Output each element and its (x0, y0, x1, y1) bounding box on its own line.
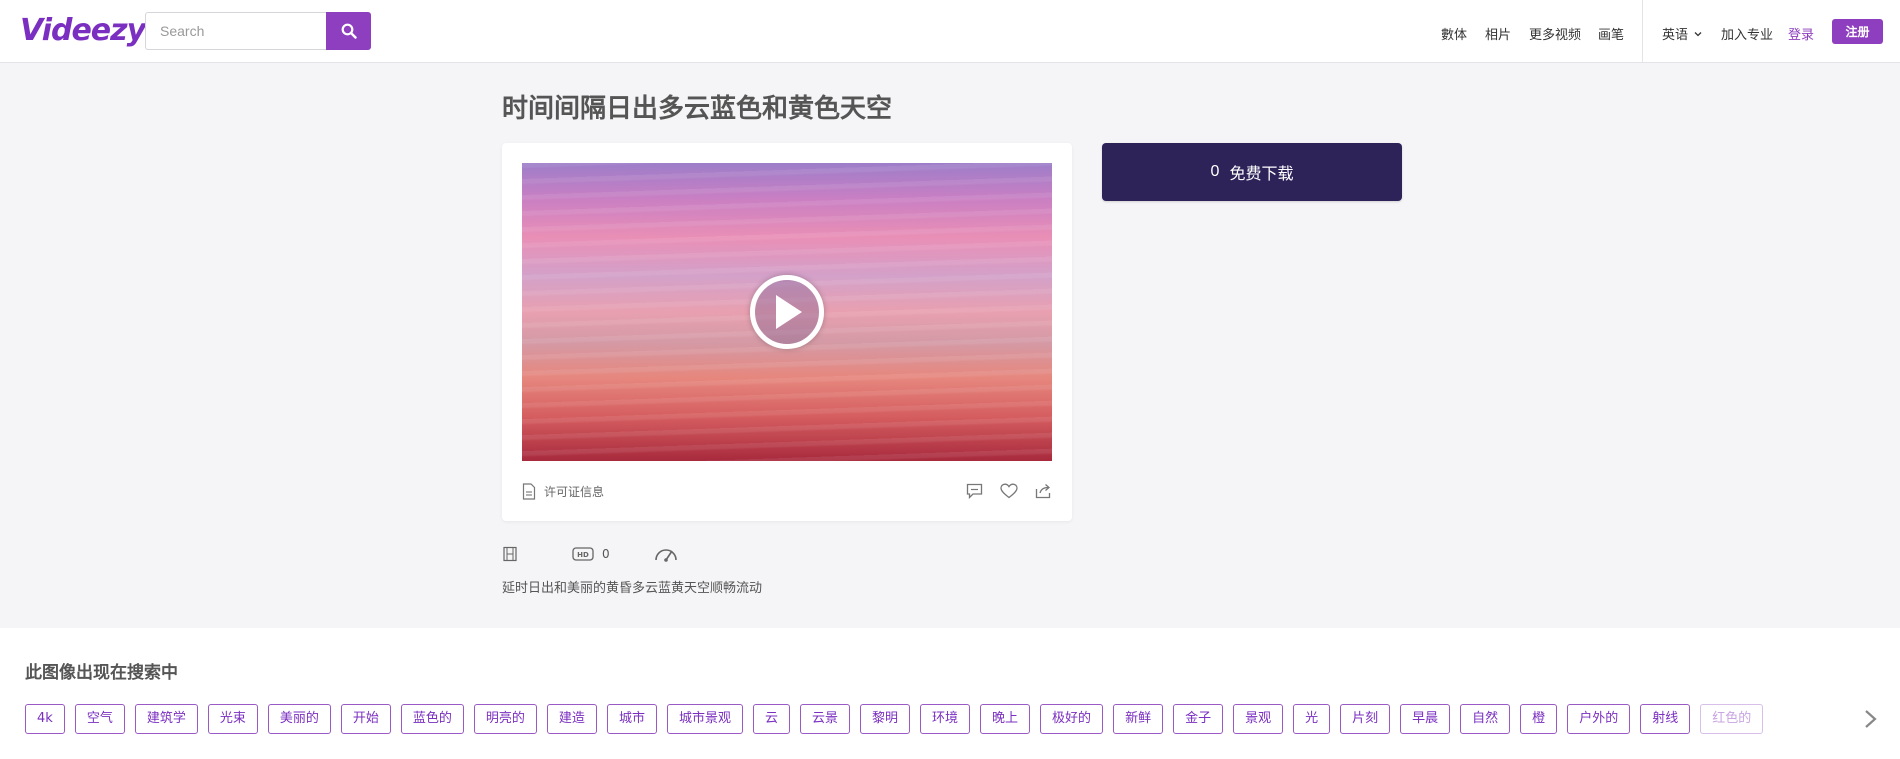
related-searches-section: 此图像出现在搜索中 4k 空气 建筑学 光束 美丽的 开始 蓝色的 明亮的 建造 城市 城市景观云云… (0, 628, 1900, 759)
nav-brush[interactable]: 画笔 (1598, 24, 1624, 43)
video-card-footer: 许可证信息 (522, 483, 1052, 503)
page-title: 时间间隔日出多云蓝色和黄色天空 (502, 94, 893, 124)
tag-chip[interactable]: 空气 (74, 704, 125, 734)
tag-chip[interactable]: 射线 (1640, 704, 1691, 734)
tag-chip[interactable]: 建筑学 (134, 704, 198, 734)
play-icon (776, 295, 802, 329)
tag-chip[interactable]: 金子 (1173, 704, 1224, 734)
tag-chip[interactable]: 新鲜 (1113, 704, 1164, 734)
tag-chip[interactable]: 开始 (340, 704, 391, 734)
video-thumbnail[interactable] (522, 163, 1052, 461)
tag-chip[interactable]: 光 (1293, 704, 1331, 734)
svg-text:HD: HD (577, 551, 589, 559)
tag-chip[interactable]: 建造 (546, 704, 597, 734)
tag-chip[interactable]: 城市 (606, 704, 657, 734)
share-icon[interactable] (1035, 483, 1052, 499)
tags-fade-overlay (1780, 704, 1865, 736)
tag-chip[interactable]: 片刻 (1340, 704, 1391, 734)
tag-chip[interactable]: 美丽的 (267, 704, 331, 734)
comment-icon[interactable] (966, 483, 983, 499)
card-actions (966, 483, 1052, 499)
hd-icon: HD (572, 547, 594, 561)
tag-chip[interactable]: 黎明 (860, 704, 911, 734)
videezy-logo[interactable]: Videezy (20, 13, 146, 48)
top-header: Videezy 數体 相片 更多视频 画笔 英语 加入专业 登录 注册 (0, 0, 1900, 63)
login-link[interactable]: 登录 (1788, 24, 1814, 43)
tag-chip[interactable]: 红色的 (1700, 704, 1764, 734)
nav-more-videos[interactable]: 更多视频 (1529, 24, 1581, 43)
license-info-link[interactable]: 许可证信息 (522, 483, 604, 500)
hd-count: 0 (602, 547, 610, 561)
tag-chip[interactable]: 城市景观 (666, 704, 743, 734)
video-card: 许可证信息 (502, 143, 1072, 521)
search-icon (341, 23, 357, 39)
tags-heading: 此图像出现在搜索中 (25, 663, 178, 683)
chevron-down-icon (1694, 31, 1702, 36)
tag-chip[interactable]: 蓝色的 (400, 704, 464, 734)
tag-chip[interactable]: 云景 (799, 704, 850, 734)
search-input[interactable] (145, 12, 327, 50)
tags-list: 4k 空气 建筑学 光束 美丽的 开始 蓝色的 明亮的 建造 城市 城市景观云云景 黎明 环境 晚上 极好的… (25, 704, 1865, 736)
language-selector[interactable]: 英语 (1662, 24, 1703, 43)
document-icon (522, 483, 536, 500)
search-button[interactable] (326, 12, 371, 50)
download-label: 免费下载 (1229, 166, 1294, 183)
free-download-button[interactable]: 0 免费下载 (1102, 143, 1402, 201)
nav-join-pro[interactable]: 加入专业 (1721, 24, 1773, 43)
chevron-right-icon[interactable] (1860, 708, 1880, 730)
signup-button[interactable]: 注册 (1832, 19, 1883, 44)
nav-photos[interactable]: 相片 (1485, 24, 1511, 43)
tag-chip[interactable]: 景观 (1233, 704, 1284, 734)
film-strip-icon (503, 546, 517, 562)
tag-chip[interactable]: 明亮的 (473, 704, 537, 734)
tag-chip[interactable]: 云 (752, 704, 790, 734)
nav-media[interactable]: 數体 (1441, 24, 1467, 43)
heart-icon[interactable] (1000, 483, 1018, 499)
play-button[interactable] (750, 275, 824, 349)
video-meta: HD 0 (502, 546, 678, 562)
tag-chip[interactable]: 极好的 (1040, 704, 1104, 734)
license-label: 许可证信息 (544, 485, 605, 499)
tag-chip[interactable]: 橙 (1520, 704, 1558, 734)
nav-divider (1642, 0, 1643, 63)
language-label: 英语 (1662, 28, 1689, 43)
video-description: 延时日出和美丽的黄昏多云蓝黄天空顺畅流动 (502, 581, 763, 596)
tag-chip[interactable]: 户外的 (1567, 704, 1631, 734)
tag-chip[interactable]: 4k (25, 704, 65, 734)
tag-chip[interactable]: 光束 (207, 704, 258, 734)
tag-chip[interactable]: 晚上 (980, 704, 1031, 734)
tag-chip[interactable]: 环境 (920, 704, 971, 734)
tag-chip[interactable]: 早晨 (1400, 704, 1451, 734)
speedometer-icon (654, 549, 677, 562)
tag-chip[interactable]: 自然 (1460, 704, 1511, 734)
download-count: 0 (1210, 163, 1220, 180)
